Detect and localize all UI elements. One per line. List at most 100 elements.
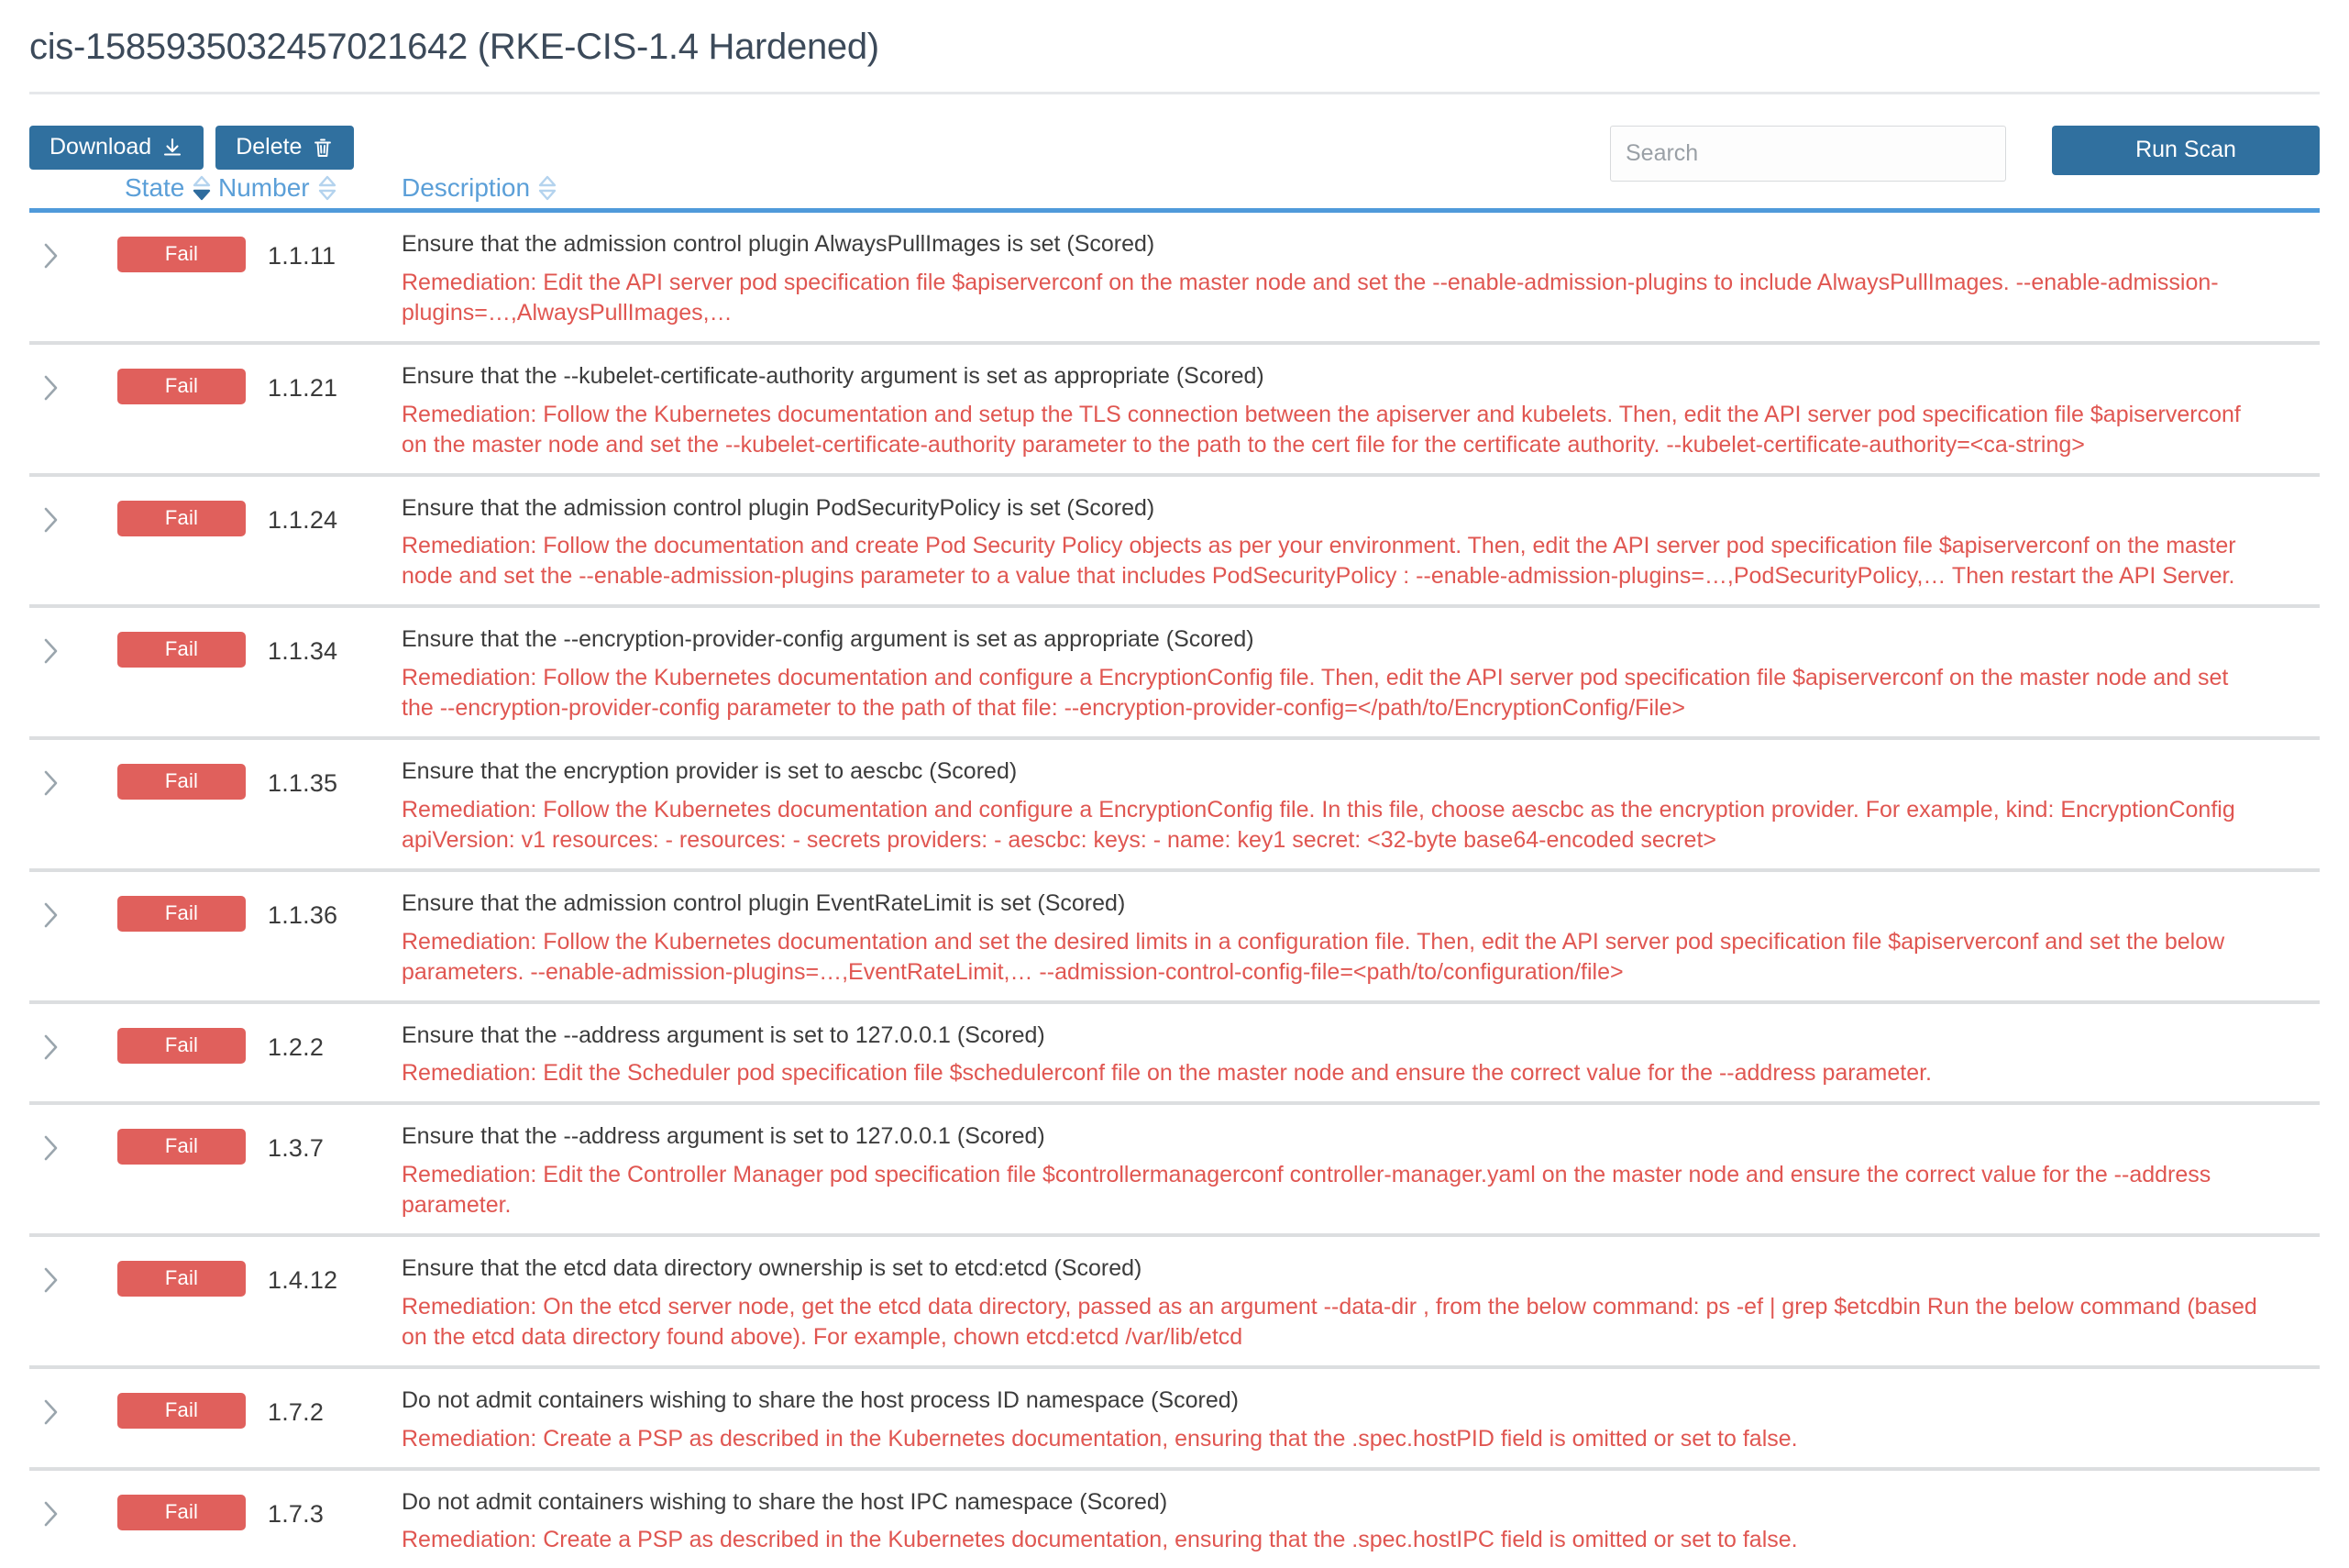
- sort-number-icon[interactable]: [318, 175, 336, 201]
- row-description-cell: Ensure that the encryption provider is s…: [402, 755, 2320, 856]
- scan-report-page: cis-1585935032457021642 (RKE-CIS-1.4 Har…: [0, 0, 2349, 1568]
- row-description-cell: Ensure that the admission control plugin…: [402, 491, 2320, 592]
- chevron-right-icon: [41, 1498, 61, 1529]
- table-row[interactable]: Fail 1.4.12 Ensure that the etcd data di…: [29, 1237, 2320, 1369]
- table-row[interactable]: Fail 1.1.21 Ensure that the --kubelet-ce…: [29, 345, 2320, 477]
- row-state-cell: Fail: [73, 1485, 218, 1530]
- row-state-cell: Fail: [73, 491, 218, 536]
- row-expand-toggle[interactable]: [29, 887, 73, 931]
- row-state-cell: Fail: [73, 887, 218, 932]
- row-description-text: Ensure that the admission control plugin…: [402, 491, 2265, 525]
- row-description-text: Ensure that the --address argument is se…: [402, 1120, 2265, 1153]
- table-row[interactable]: Fail 1.3.7 Ensure that the --address arg…: [29, 1105, 2320, 1237]
- row-remediation-text: Remediation: Create a PSP as described i…: [402, 1417, 2265, 1454]
- row-remediation-text: Remediation: Follow the Kubernetes docum…: [402, 920, 2265, 988]
- row-description-text: Do not admit containers wishing to share…: [402, 1485, 2265, 1518]
- column-header-state[interactable]: State: [73, 173, 218, 203]
- row-expand-toggle[interactable]: [29, 227, 73, 271]
- row-description-text: Ensure that the etcd data directory owne…: [402, 1252, 2265, 1285]
- row-description-cell: Ensure that the --kubelet-certificate-au…: [402, 359, 2320, 460]
- chevron-right-icon: [41, 1032, 61, 1063]
- row-state-cell: Fail: [73, 1384, 218, 1429]
- row-number-cell: 1.1.34: [218, 623, 402, 666]
- chevron-right-icon: [41, 1264, 61, 1296]
- column-header-description[interactable]: Description: [402, 173, 2320, 203]
- row-description-cell: Ensure that the --address argument is se…: [402, 1019, 2320, 1089]
- row-number-cell: 1.4.12: [218, 1252, 402, 1295]
- row-description-text: Ensure that the --encryption-provider-co…: [402, 623, 2265, 656]
- table-row[interactable]: Fail 1.1.11 Ensure that the admission co…: [29, 213, 2320, 345]
- row-expand-toggle[interactable]: [29, 1120, 73, 1164]
- row-number-cell: 1.1.11: [218, 227, 402, 271]
- row-number-cell: 1.2.2: [218, 1019, 402, 1062]
- trash-icon: [312, 137, 334, 159]
- column-header-state-label: State: [125, 173, 184, 203]
- row-expand-toggle[interactable]: [29, 1384, 73, 1428]
- sort-state-icon[interactable]: [193, 175, 211, 201]
- row-expand-toggle[interactable]: [29, 491, 73, 536]
- table-row[interactable]: Fail 1.1.24 Ensure that the admission co…: [29, 477, 2320, 609]
- row-description-text: Ensure that the admission control plugin…: [402, 227, 2265, 260]
- row-expand-toggle[interactable]: [29, 1485, 73, 1529]
- chevron-right-icon: [41, 767, 61, 799]
- row-description-text: Ensure that the admission control plugin…: [402, 887, 2265, 920]
- row-description-text: Ensure that the encryption provider is s…: [402, 755, 2265, 788]
- chevron-up-icon: [193, 175, 211, 187]
- row-remediation-text: Remediation: Edit the API server pod spe…: [402, 260, 2265, 328]
- sort-description-icon[interactable]: [538, 175, 557, 201]
- table-row[interactable]: Fail 1.1.35 Ensure that the encryption p…: [29, 740, 2320, 872]
- chevron-right-icon: [41, 635, 61, 667]
- table-row[interactable]: Fail 1.7.3 Do not admit containers wishi…: [29, 1471, 2320, 1568]
- row-expand-toggle[interactable]: [29, 755, 73, 799]
- row-expand-toggle[interactable]: [29, 1252, 73, 1296]
- chevron-down-icon: [538, 189, 557, 201]
- table-row[interactable]: Fail 1.1.34 Ensure that the --encryption…: [29, 608, 2320, 740]
- row-remediation-text: Remediation: Edit the Controller Manager…: [402, 1153, 2265, 1220]
- row-expand-toggle[interactable]: [29, 1019, 73, 1063]
- row-expand-toggle[interactable]: [29, 623, 73, 667]
- row-state-cell: Fail: [73, 755, 218, 800]
- row-state-cell: Fail: [73, 1120, 218, 1165]
- table-header-row: State Number: [29, 173, 2320, 208]
- scan-results-table: State Number: [29, 173, 2320, 1568]
- row-description-cell: Do not admit containers wishing to share…: [402, 1485, 2320, 1556]
- row-remediation-text: Remediation: Follow the documentation an…: [402, 524, 2265, 591]
- column-header-number[interactable]: Number: [218, 173, 402, 203]
- delete-button[interactable]: Delete: [215, 126, 354, 170]
- column-header-number-label: Number: [218, 173, 310, 203]
- row-remediation-text: Remediation: On the etcd server node, ge…: [402, 1285, 2265, 1353]
- page-title: cis-1585935032457021642 (RKE-CIS-1.4 Har…: [29, 0, 2320, 92]
- row-remediation-text: Remediation: Edit the Scheduler pod spec…: [402, 1051, 2265, 1088]
- row-description-cell: Ensure that the admission control plugin…: [402, 887, 2320, 988]
- download-button[interactable]: Download: [29, 126, 204, 170]
- row-remediation-text: Remediation: Follow the Kubernetes docum…: [402, 392, 2265, 460]
- row-description-text: Ensure that the --address argument is se…: [402, 1019, 2265, 1052]
- chevron-right-icon: [41, 372, 61, 403]
- table-body: Fail 1.1.11 Ensure that the admission co…: [29, 213, 2320, 1568]
- row-number-cell: 1.1.36: [218, 887, 402, 930]
- row-description-cell: Ensure that the --address argument is se…: [402, 1120, 2320, 1220]
- run-scan-button[interactable]: Run Scan: [2052, 126, 2320, 175]
- table-row[interactable]: Fail 1.2.2 Ensure that the --address arg…: [29, 1004, 2320, 1106]
- chevron-up-icon: [538, 175, 557, 187]
- chevron-down-icon: [193, 189, 211, 201]
- row-description-cell: Ensure that the admission control plugin…: [402, 227, 2320, 328]
- row-number-cell: 1.7.3: [218, 1485, 402, 1529]
- chevron-right-icon: [41, 1132, 61, 1164]
- row-state-cell: Fail: [73, 227, 218, 272]
- row-remediation-text: Remediation: Create a PSP as described i…: [402, 1518, 2265, 1555]
- chevron-down-icon: [318, 189, 336, 201]
- row-description-cell: Ensure that the --encryption-provider-co…: [402, 623, 2320, 723]
- row-state-cell: Fail: [73, 1252, 218, 1297]
- table-row[interactable]: Fail 1.1.36 Ensure that the admission co…: [29, 872, 2320, 1004]
- toolbar: Download Delete: [29, 94, 2320, 173]
- row-number-cell: 1.7.2: [218, 1384, 402, 1427]
- row-number-cell: 1.1.24: [218, 491, 402, 535]
- row-expand-toggle[interactable]: [29, 359, 73, 403]
- row-number-cell: 1.1.35: [218, 755, 402, 798]
- row-state-cell: Fail: [73, 1019, 218, 1064]
- row-description-cell: Ensure that the etcd data directory owne…: [402, 1252, 2320, 1353]
- table-row[interactable]: Fail 1.7.2 Do not admit containers wishi…: [29, 1369, 2320, 1471]
- row-description-cell: Do not admit containers wishing to share…: [402, 1384, 2320, 1454]
- chevron-right-icon: [41, 900, 61, 931]
